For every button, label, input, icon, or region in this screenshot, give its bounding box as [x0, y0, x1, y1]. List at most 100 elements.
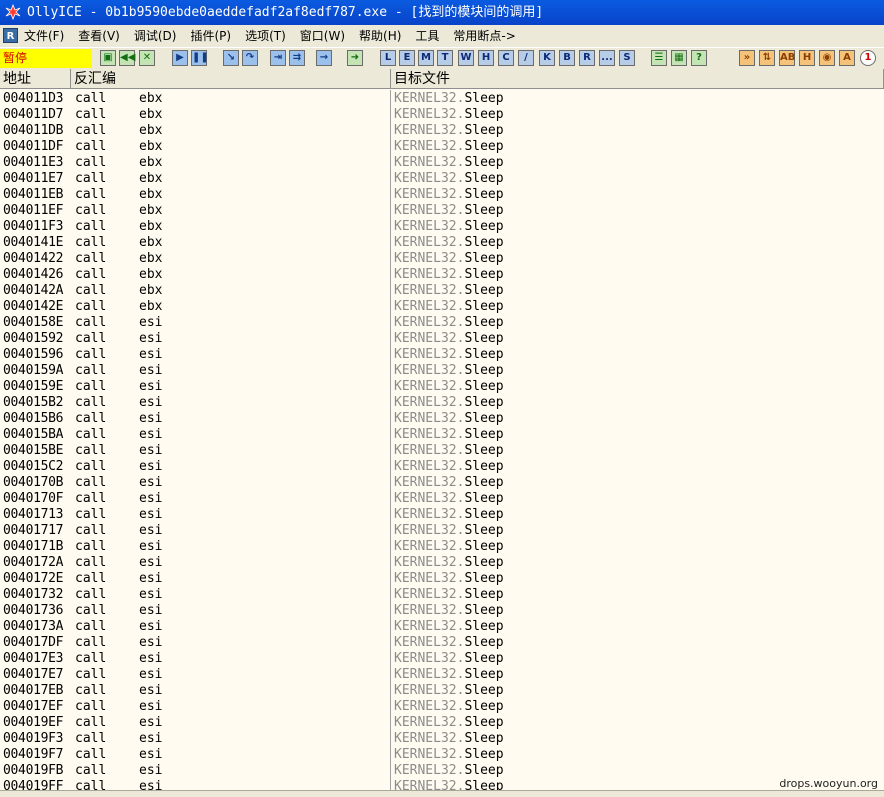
row-target-function: Sleep: [464, 267, 504, 282]
plugin-ab-icon[interactable]: AB: [779, 50, 795, 66]
trace-over-icon[interactable]: ⇉: [289, 50, 305, 66]
help-icon[interactable]: ?: [691, 50, 707, 66]
table-row[interactable]: 004017E3 call esi KERNEL32.Sleep: [0, 651, 884, 667]
table-row[interactable]: 004017DF call esi KERNEL32.Sleep: [0, 635, 884, 651]
table-row[interactable]: 004017EB call esi KERNEL32.Sleep: [0, 683, 884, 699]
grid-icon[interactable]: ▦: [671, 50, 687, 66]
open-icon[interactable]: ▣: [100, 50, 116, 66]
menu-plugins[interactable]: 插件(P): [190, 25, 231, 47]
call-stack-button[interactable]: K: [539, 50, 555, 66]
plugin-one-icon[interactable]: 1: [860, 50, 876, 66]
table-row[interactable]: 004011EF call ebx KERNEL32.Sleep: [0, 203, 884, 219]
table-row[interactable]: 00401592 call esi KERNEL32.Sleep: [0, 331, 884, 347]
menu-view[interactable]: 查看(V): [78, 25, 120, 47]
table-row[interactable]: 0040172E call esi KERNEL32.Sleep: [0, 571, 884, 587]
close-icon[interactable]: ✕: [139, 50, 155, 66]
table-row[interactable]: 0040142E call ebx KERNEL32.Sleep: [0, 299, 884, 315]
table-row[interactable]: 0040158E call esi KERNEL32.Sleep: [0, 315, 884, 331]
table-row[interactable]: 004015C2 call esi KERNEL32.Sleep: [0, 459, 884, 475]
table-row[interactable]: 004019F7 call esi KERNEL32.Sleep: [0, 747, 884, 763]
menu-options[interactable]: 选项(T): [245, 25, 286, 47]
table-row[interactable]: 00401732 call esi KERNEL32.Sleep: [0, 587, 884, 603]
source-button[interactable]: S: [619, 50, 635, 66]
table-row[interactable]: 004011E7 call ebx KERNEL32.Sleep: [0, 171, 884, 187]
pause-icon[interactable]: ❚❚: [191, 50, 209, 66]
table-row[interactable]: 004011E3 call ebx KERNEL32.Sleep: [0, 155, 884, 171]
restart-icon[interactable]: ◀◀: [119, 50, 135, 66]
threads-button[interactable]: T: [437, 50, 453, 66]
row-target-module: KERNEL32.: [394, 539, 465, 554]
plugin-arrows-icon[interactable]: »: [739, 50, 755, 66]
row-operand: esi: [139, 571, 163, 586]
row-target-module: KERNEL32.: [394, 155, 465, 170]
table-row[interactable]: 00401736 call esi KERNEL32.Sleep: [0, 603, 884, 619]
menu-tools[interactable]: 工具: [415, 25, 439, 47]
row-address: 004011DF: [3, 139, 64, 154]
memory-map-button[interactable]: M: [418, 50, 434, 66]
table-row[interactable]: 004011D7 call ebx KERNEL32.Sleep: [0, 107, 884, 123]
table-row[interactable]: 004019FF call esi KERNEL32.Sleep: [0, 779, 884, 790]
table-row[interactable]: 0040173A call esi KERNEL32.Sleep: [0, 619, 884, 635]
table-row[interactable]: 0040172A call esi KERNEL32.Sleep: [0, 555, 884, 571]
step-into-icon[interactable]: ↘: [223, 50, 239, 66]
table-row[interactable]: 004015BA call esi KERNEL32.Sleep: [0, 427, 884, 443]
table-row[interactable]: 004011D3 call ebx KERNEL32.Sleep: [0, 91, 884, 107]
menu-window[interactable]: 窗口(W): [300, 25, 345, 47]
table-row[interactable]: 004019FB call esi KERNEL32.Sleep: [0, 763, 884, 779]
table-row[interactable]: 0040159E call esi KERNEL32.Sleep: [0, 379, 884, 395]
table-row[interactable]: 004015B2 call esi KERNEL32.Sleep: [0, 395, 884, 411]
executable-modules-button[interactable]: E: [399, 50, 415, 66]
menu-debug[interactable]: 调试(D): [134, 25, 177, 47]
table-row[interactable]: 004011F3 call ebx KERNEL32.Sleep: [0, 219, 884, 235]
column-header-disasm[interactable]: 反汇编: [71, 69, 391, 89]
table-row[interactable]: 00401426 call ebx KERNEL32.Sleep: [0, 267, 884, 283]
menu-help[interactable]: 帮助(H): [359, 25, 401, 47]
table-row[interactable]: 00401713 call esi KERNEL32.Sleep: [0, 507, 884, 523]
plugin-asm-icon[interactable]: A: [839, 50, 855, 66]
log-window-button[interactable]: L: [380, 50, 396, 66]
breakpoints-button[interactable]: B: [559, 50, 575, 66]
table-row[interactable]: 004017E7 call esi KERNEL32.Sleep: [0, 667, 884, 683]
handles-button[interactable]: H: [478, 50, 494, 66]
row-operand: esi: [139, 459, 163, 474]
cpu-window-icon[interactable]: R: [3, 28, 18, 43]
column-header-target[interactable]: 目标文件: [391, 69, 884, 89]
plugin-hbp-icon[interactable]: H: [799, 50, 815, 66]
table-row[interactable]: 004011DF call ebx KERNEL32.Sleep: [0, 139, 884, 155]
table-row[interactable]: 0040170F call esi KERNEL32.Sleep: [0, 491, 884, 507]
menu-file[interactable]: 文件(F): [24, 25, 64, 47]
list-icon[interactable]: ☰: [651, 50, 667, 66]
trace-into-icon[interactable]: ⇥: [270, 50, 286, 66]
calls-table[interactable]: 004011D3 call ebx KERNEL32.Sleep 004011D7 cal…: [0, 90, 884, 790]
table-row[interactable]: 004019F3 call esi KERNEL32.Sleep: [0, 731, 884, 747]
patches-button[interactable]: /: [518, 50, 534, 66]
table-row[interactable]: 004017EF call esi KERNEL32.Sleep: [0, 699, 884, 715]
references-button[interactable]: R: [579, 50, 595, 66]
table-row[interactable]: 00401422 call ebx KERNEL32.Sleep: [0, 251, 884, 267]
table-row[interactable]: 004011EB call ebx KERNEL32.Sleep: [0, 187, 884, 203]
run-icon[interactable]: ▶: [172, 50, 188, 66]
table-row[interactable]: 0040171B call esi KERNEL32.Sleep: [0, 539, 884, 555]
menu-common-breakpoints[interactable]: 常用断点->: [453, 25, 515, 47]
step-over-icon[interactable]: ↷: [242, 50, 258, 66]
table-row[interactable]: 00401717 call esi KERNEL32.Sleep: [0, 523, 884, 539]
row-address: 004019FF: [3, 779, 64, 790]
table-row[interactable]: 0040170B call esi KERNEL32.Sleep: [0, 475, 884, 491]
goto-icon[interactable]: ➜: [347, 50, 363, 66]
execute-till-return-icon[interactable]: →: [316, 50, 332, 66]
table-row[interactable]: 004015BE call esi KERNEL32.Sleep: [0, 443, 884, 459]
table-row[interactable]: 004011DB call ebx KERNEL32.Sleep: [0, 123, 884, 139]
table-row[interactable]: 0040141E call ebx KERNEL32.Sleep: [0, 235, 884, 251]
row-operand: ebx: [139, 171, 163, 186]
table-row[interactable]: 00401596 call esi KERNEL32.Sleep: [0, 347, 884, 363]
table-row[interactable]: 004015B6 call esi KERNEL32.Sleep: [0, 411, 884, 427]
plugin-swap-icon[interactable]: ⇅: [759, 50, 775, 66]
cpu-button[interactable]: C: [498, 50, 514, 66]
table-row[interactable]: 004019EF call esi KERNEL32.Sleep: [0, 715, 884, 731]
plugin-target-icon[interactable]: ◉: [819, 50, 835, 66]
windows-button[interactable]: W: [458, 50, 474, 66]
table-row[interactable]: 0040159A call esi KERNEL32.Sleep: [0, 363, 884, 379]
table-row[interactable]: 0040142A call ebx KERNEL32.Sleep: [0, 283, 884, 299]
run-trace-button[interactable]: ...: [599, 50, 615, 66]
column-header-address[interactable]: 地址: [0, 69, 71, 89]
